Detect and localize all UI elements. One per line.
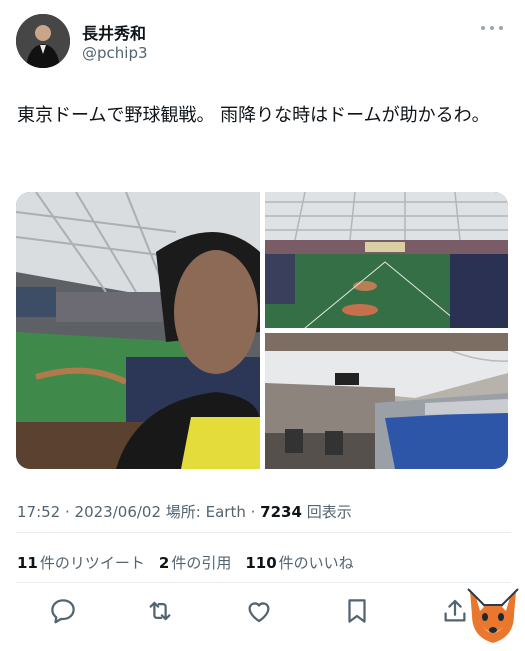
likes-stat[interactable]: 110 件のいいね <box>245 552 353 573</box>
fox-logo-icon <box>462 585 524 647</box>
photo-grid <box>16 192 508 469</box>
tweet-text: 東京ドームで野球観戦。 雨降りな時はドームが助かるわ。 <box>17 105 490 126</box>
views-label: 回表示 <box>306 503 352 521</box>
likes-count: 110 <box>245 554 277 572</box>
tweet-header: 長井秀和 @pchip3 <box>16 14 511 70</box>
stadium-seats-photo[interactable] <box>265 333 508 469</box>
tweet-meta: 17:52 · 2023/06/02 場所: Earth · 7234 回表示 <box>17 503 352 521</box>
divider <box>16 532 511 533</box>
quotes-count: 2 <box>158 554 170 572</box>
likes-label: 件のいいね <box>278 554 354 572</box>
tweet-time[interactable]: 17:52 <box>17 503 60 521</box>
stadium-field-photo[interactable] <box>265 192 508 328</box>
action-bar <box>44 596 474 632</box>
quotes-label: 件の引用 <box>171 554 232 572</box>
tweet-card: 長井秀和 @pchip3 東京ドームで野球観戦。 雨降りな時はドームが助かるわ。 <box>0 0 525 647</box>
like-icon[interactable] <box>244 596 280 632</box>
reply-icon[interactable] <box>48 596 84 632</box>
views-count: 7234 <box>260 503 302 521</box>
tweet-location: 場所: Earth <box>165 503 246 521</box>
retweets-stat[interactable]: 11 件のリツイート <box>17 552 145 573</box>
retweets-label: 件のリツイート <box>39 554 145 572</box>
display-name[interactable]: 長井秀和 <box>82 20 146 44</box>
tweet-stats: 11 件のリツイート 2 件の引用 110 件のいいね <box>17 552 354 573</box>
selfie-in-stadium-photo[interactable] <box>16 192 260 469</box>
user-handle[interactable]: @pchip3 <box>82 44 148 62</box>
retweets-count: 11 <box>17 554 38 572</box>
tweet-date[interactable]: 2023/06/02 <box>75 503 161 521</box>
avatar[interactable] <box>16 14 70 68</box>
more-horizontal-icon[interactable] <box>481 24 503 32</box>
quotes-stat[interactable]: 2 件の引用 <box>159 552 231 573</box>
bookmark-icon[interactable] <box>342 596 378 632</box>
divider <box>16 582 511 583</box>
retweet-icon[interactable] <box>145 596 181 632</box>
